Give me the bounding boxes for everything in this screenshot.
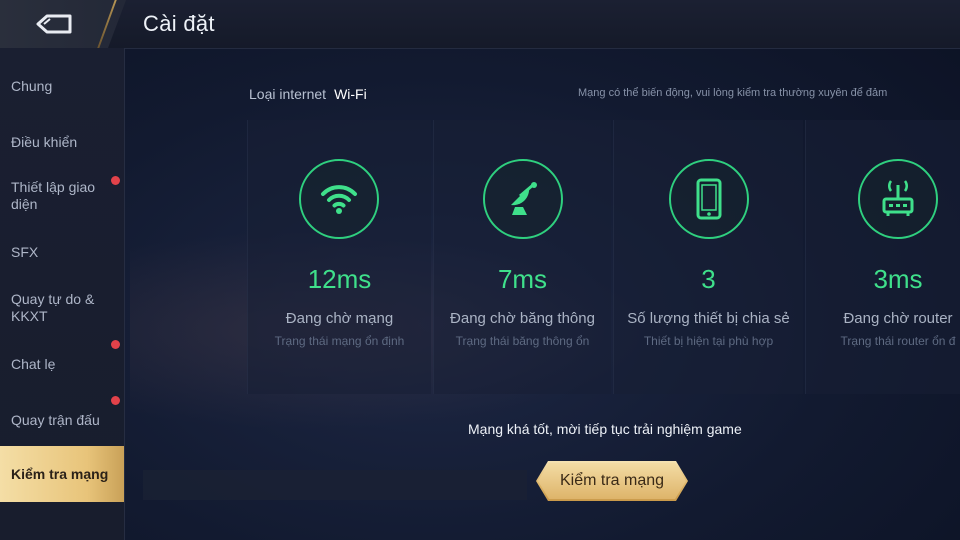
sidebar-item-label: Chat lẹ [11, 355, 56, 372]
sidebar-item-sfx[interactable]: SFX [0, 236, 124, 268]
metric-label: Đang chờ mạng [285, 310, 394, 327]
check-network-button-label: Kiểm tra mạng [559, 472, 665, 489]
network-result-message: Mạng khá tốt, mời tiếp tục trải nghiệm g… [468, 421, 742, 437]
metric-card-bandwidth: 7ms Đang chờ băng thông Trạng thái băng … [433, 120, 611, 394]
sidebar-item-label: Quay trận đấu [11, 411, 100, 428]
sidebar-item-label: SFX [11, 243, 39, 260]
sidebar-item-general[interactable]: Chung [0, 70, 124, 102]
top-bar: Cài đặt [0, 0, 960, 49]
sidebar-item-match-replay[interactable]: Quay trận đấu [0, 396, 124, 436]
sidebar-item-controls[interactable]: Điều khiển [0, 126, 124, 158]
metric-card-network-latency: 12ms Đang chờ mạng Trạng thái mạng ổn đị… [247, 120, 431, 394]
metric-label: Số lượng thiết bị chia sẻ [627, 310, 790, 327]
internet-type-row: Loại internet Wi-Fi [249, 86, 367, 102]
sidebar-item-quick-chat[interactable]: Chat lẹ [0, 340, 124, 380]
router-icon [858, 159, 938, 239]
check-network-button-face: Kiểm tra mạng [538, 463, 686, 499]
sidebar-item-interface[interactable]: Thiết lập giao diện [0, 176, 124, 216]
metric-status: Trạng thái router ổn đ [840, 334, 956, 348]
sidebar-item-network-check[interactable]: Kiểm tra mạng [0, 446, 124, 502]
metric-value: 3 [701, 264, 716, 294]
metric-status: Trạng thái mạng ổn định [274, 334, 405, 348]
metric-label: Đang chờ router [843, 310, 953, 327]
wifi-icon [299, 159, 379, 239]
metric-value: 7ms [497, 264, 548, 294]
notification-badge [111, 396, 120, 405]
metric-status: Thiết bị hiện tại phù hợp [643, 334, 774, 348]
page-title: Cài đặt [143, 11, 215, 36]
internet-type-value: Wi-Fi [334, 86, 367, 102]
metric-status: Trạng thái băng thông ổn [455, 334, 590, 348]
metric-label: Đang chờ băng thông [450, 310, 595, 327]
satellite-dish-icon [483, 159, 563, 239]
metric-card-router: 3ms Đang chờ router Trạng thái router ổn… [805, 120, 960, 394]
sidebar-item-label: Điều khiển [11, 133, 78, 150]
metric-card-shared-devices: 3 Số lượng thiết bị chia sẻ Thiết bị hiệ… [613, 120, 803, 394]
sidebar-item-label: Thiết lập giao diện [11, 179, 96, 212]
metric-value: 12ms [307, 264, 372, 294]
sidebar-item-free-camera[interactable]: Quay tự do & KKXT [0, 288, 124, 328]
back-button[interactable] [0, 0, 126, 48]
bottom-bar [143, 470, 527, 500]
notification-badge [111, 340, 120, 349]
check-network-button[interactable]: Kiểm tra mạng [536, 461, 688, 501]
network-notice: Mạng có thể biến động, vui lòng kiểm tra… [578, 87, 888, 99]
sidebar-item-label: Quay tự do & KKXT [11, 291, 95, 324]
sidebar: Chung Điều khiển Thiết lập giao diện SFX… [0, 48, 125, 540]
notification-badge [111, 176, 120, 185]
sidebar-item-label: Kiểm tra mạng [11, 465, 109, 482]
internet-type-label: Loại internet [249, 86, 327, 102]
back-arrow-icon [32, 13, 76, 35]
phone-icon [669, 159, 749, 239]
metric-value: 3ms [873, 264, 923, 294]
sidebar-item-label: Chung [11, 77, 53, 94]
